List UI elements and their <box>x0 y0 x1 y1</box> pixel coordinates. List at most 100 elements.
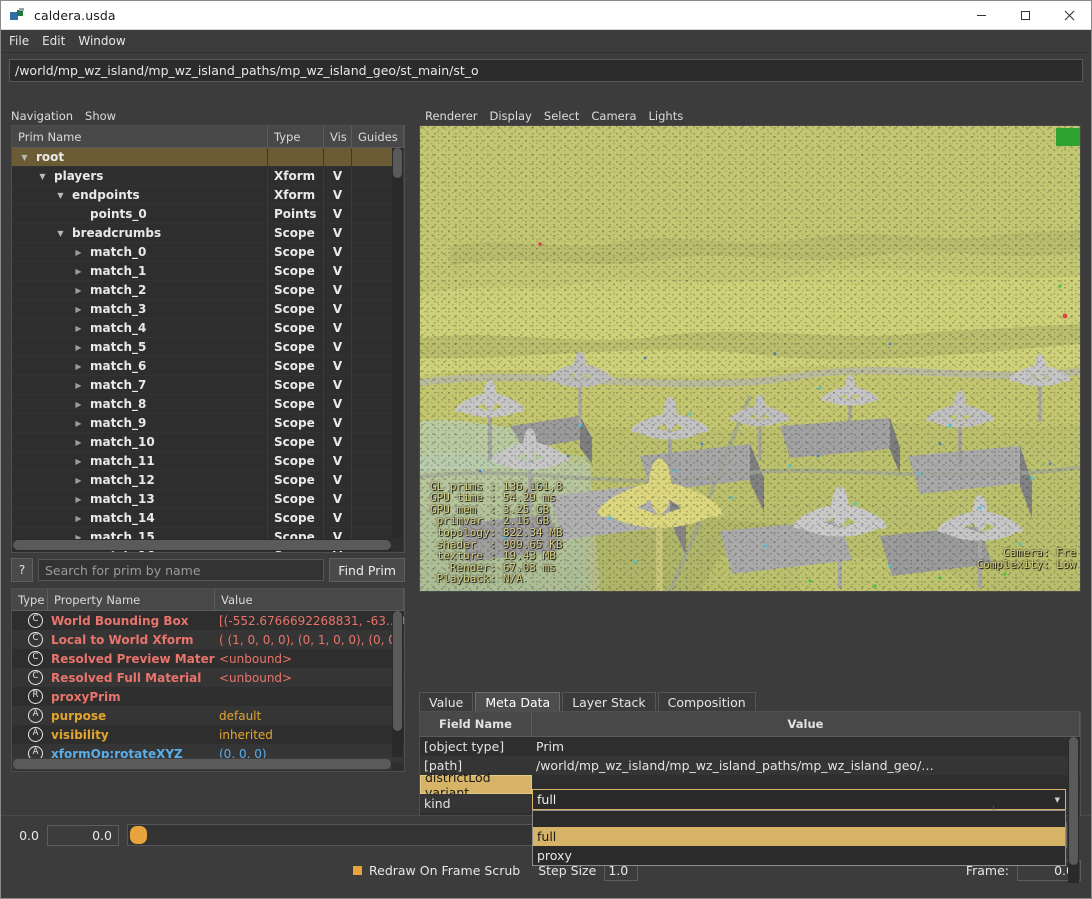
tab-meta-data[interactable]: Meta Data <box>475 692 560 712</box>
tree-row[interactable]: ▶match_9ScopeV <box>12 414 404 433</box>
tree-row-name-cell[interactable]: ▶match_0 <box>12 243 268 261</box>
dropdown-option-proxy[interactable]: proxy <box>533 846 1065 865</box>
tree-row[interactable]: ▼endpointsXformV <box>12 186 404 205</box>
menu-renderer[interactable]: Renderer <box>425 109 478 123</box>
timeline-start-input[interactable]: 0.0 <box>47 825 119 846</box>
menu-navigation[interactable]: Navigation <box>11 109 73 123</box>
tree-row[interactable]: ▶match_6ScopeV <box>12 357 404 376</box>
tree-row[interactable]: ▶match_7ScopeV <box>12 376 404 395</box>
tree-row[interactable]: ▶match_2ScopeV <box>12 281 404 300</box>
tree-row-name-cell[interactable]: ▶match_3 <box>12 300 268 318</box>
chevron-right-icon[interactable]: ▶ <box>72 400 85 409</box>
property-row[interactable]: RproxyPrim <box>12 687 404 706</box>
col-prim-name[interactable]: Prim Name <box>12 126 268 147</box>
tree-row[interactable]: ▶match_1ScopeV <box>12 262 404 281</box>
tree-vertical-scrollbar[interactable] <box>392 148 403 538</box>
property-row[interactable]: Apurposedefault <box>12 706 404 725</box>
property-vertical-scrollbar[interactable] <box>392 611 403 757</box>
district-lod-variant-dropdown[interactable]: full proxy <box>532 810 1066 866</box>
tree-row-name-cell[interactable]: ▶match_11 <box>12 452 268 470</box>
tree-row[interactable]: ▼breadcrumbsScopeV <box>12 224 404 243</box>
col-prop-name[interactable]: Property Name <box>48 589 215 610</box>
prim-path-input[interactable]: /world/mp_wz_island/mp_wz_island_paths/m… <box>9 59 1083 82</box>
tree-row-name-cell[interactable]: points_0 <box>12 205 268 223</box>
chevron-right-icon[interactable]: ▶ <box>72 248 85 257</box>
tree-row-name-cell[interactable]: ▶match_7 <box>12 376 268 394</box>
chevron-right-icon[interactable]: ▶ <box>72 343 85 352</box>
minimize-icon[interactable] <box>959 1 1003 29</box>
tree-row[interactable]: ▶match_10ScopeV <box>12 433 404 452</box>
chevron-down-icon[interactable]: ▼ <box>18 153 31 162</box>
tree-row-name-cell[interactable]: ▶match_14 <box>12 509 268 527</box>
chevron-right-icon[interactable]: ▶ <box>72 514 85 523</box>
tree-row-name-cell[interactable]: ▶match_6 <box>12 357 268 375</box>
tree-row[interactable]: ▶match_8ScopeV <box>12 395 404 414</box>
property-row[interactable]: CWorld Bounding Box[(-552.6766692268831,… <box>12 611 404 630</box>
prim-search-help-icon[interactable]: ? <box>11 558 33 582</box>
property-row[interactable]: Avisibilityinherited <box>12 725 404 744</box>
tab-composition[interactable]: Composition <box>658 692 756 712</box>
col-field-value[interactable]: Value <box>532 712 1080 736</box>
tree-row[interactable]: ▶match_12ScopeV <box>12 471 404 490</box>
chevron-right-icon[interactable]: ▶ <box>72 267 85 276</box>
tree-row-name-cell[interactable]: ▶match_10 <box>12 433 268 451</box>
col-vis[interactable]: Vis <box>324 126 352 147</box>
tree-row-name-cell[interactable]: ▶match_4 <box>12 319 268 337</box>
tree-row-name-cell[interactable]: ▼endpoints <box>12 186 268 204</box>
chevron-down-icon[interactable]: ▼ <box>54 191 67 200</box>
chevron-right-icon[interactable]: ▶ <box>72 362 85 371</box>
chevron-right-icon[interactable]: ▶ <box>72 495 85 504</box>
chevron-right-icon[interactable]: ▶ <box>72 286 85 295</box>
tree-row-name-cell[interactable]: ▶match_13 <box>12 490 268 508</box>
tree-row-name-cell[interactable]: ▶match_1 <box>12 262 268 280</box>
chevron-right-icon[interactable]: ▶ <box>72 438 85 447</box>
tree-row-name-cell[interactable]: ▶match_2 <box>12 281 268 299</box>
menu-file[interactable]: File <box>9 34 29 48</box>
tree-row-name-cell[interactable]: ▶match_8 <box>12 395 268 413</box>
chevron-right-icon[interactable]: ▶ <box>72 476 85 485</box>
meta-vertical-scrollbar[interactable] <box>1068 737 1079 883</box>
tab-value[interactable]: Value <box>419 692 473 712</box>
chevron-right-icon[interactable]: ▶ <box>72 324 85 333</box>
tree-horizontal-scrollbar[interactable] <box>13 539 391 551</box>
tree-row[interactable]: ▶match_3ScopeV <box>12 300 404 319</box>
menu-select[interactable]: Select <box>544 109 579 123</box>
col-guides[interactable]: Guides <box>352 126 404 147</box>
chevron-down-icon[interactable]: ▼ <box>36 172 49 181</box>
menu-edit[interactable]: Edit <box>42 34 65 48</box>
timeline-slider-handle[interactable] <box>130 826 147 844</box>
tree-row[interactable]: ▶match_14ScopeV <box>12 509 404 528</box>
prim-search-input[interactable]: Search for prim by name <box>38 559 324 581</box>
district-lod-variant-combobox[interactable]: full ▼ <box>532 789 1066 810</box>
menu-lights[interactable]: Lights <box>649 109 684 123</box>
col-prop-type[interactable]: Type <box>12 589 48 610</box>
tree-row[interactable]: ▶match_11ScopeV <box>12 452 404 471</box>
menu-show[interactable]: Show <box>85 109 116 123</box>
dropdown-option-full[interactable]: full <box>533 827 1065 846</box>
menu-camera[interactable]: Camera <box>591 109 636 123</box>
redraw-on-frame-scrub-checkbox[interactable]: Redraw On Frame Scrub <box>353 863 520 878</box>
property-horizontal-scrollbar[interactable] <box>13 758 391 770</box>
property-row[interactable]: CResolved Preview Material<unbound> <box>12 649 404 668</box>
tree-row-name-cell[interactable]: ▶match_12 <box>12 471 268 489</box>
tree-row-name-cell[interactable]: ▼players <box>12 167 268 185</box>
property-row[interactable]: CResolved Full Material<unbound> <box>12 668 404 687</box>
property-row[interactable]: CLocal to World Xform( (1, 0, 0, 0), (0,… <box>12 630 404 649</box>
tree-row[interactable]: ▶match_13ScopeV <box>12 490 404 509</box>
tab-layer-stack[interactable]: Layer Stack <box>562 692 655 712</box>
tree-row[interactable]: ▶match_4ScopeV <box>12 319 404 338</box>
find-prim-button[interactable]: Find Prim <box>329 558 405 582</box>
chevron-down-icon[interactable]: ▼ <box>54 229 67 238</box>
maximize-icon[interactable] <box>1003 1 1047 29</box>
chevron-right-icon[interactable]: ▶ <box>72 552 85 554</box>
menu-window[interactable]: Window <box>78 34 125 48</box>
tree-row[interactable]: ▼playersXformV <box>12 167 404 186</box>
prim-tree-view[interactable]: Prim Name Type Vis Guides ▼root▼playersX… <box>11 125 405 553</box>
tree-row-name-cell[interactable]: ▶match_9 <box>12 414 268 432</box>
col-prop-value[interactable]: Value <box>215 589 404 610</box>
tree-row-name-cell[interactable]: ▶match_5 <box>12 338 268 356</box>
tree-row-name-cell[interactable]: ▼breadcrumbs <box>12 224 268 242</box>
tree-row[interactable]: points_0PointsV <box>12 205 404 224</box>
col-field-name[interactable]: Field Name <box>420 712 532 736</box>
meta-row[interactable]: [object type]Prim <box>420 737 1080 756</box>
